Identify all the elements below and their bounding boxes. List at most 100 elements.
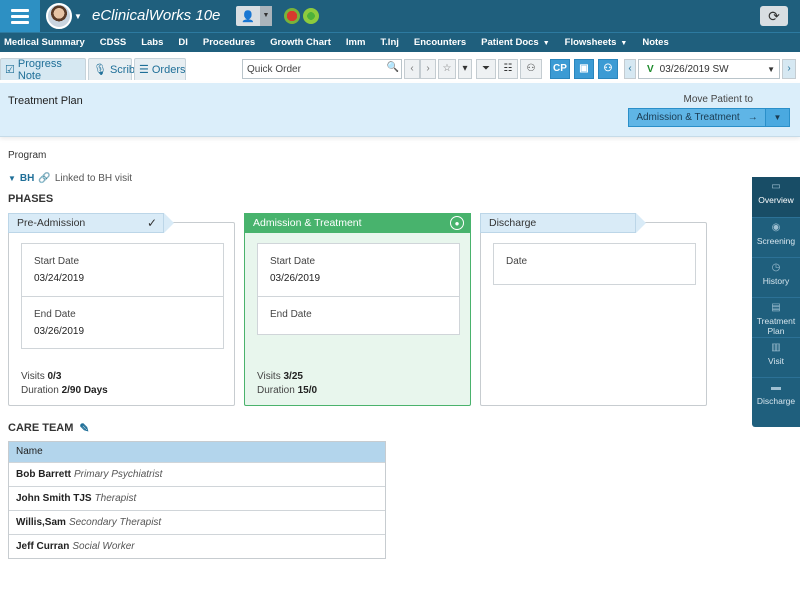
duration-value: 2/90 Days xyxy=(61,385,108,396)
visit-next-icon[interactable]: › xyxy=(782,59,796,79)
table-row[interactable]: John Smith TJS Therapist xyxy=(9,486,385,510)
end-date-label: End Date xyxy=(270,309,312,320)
chart-icon[interactable]: ▣ xyxy=(574,59,594,79)
side-item-screening[interactable]: ◉ Screening xyxy=(752,217,800,257)
care-team-heading: CARE TEAM ✎ xyxy=(8,421,90,435)
start-date-value: 03/26/2019 xyxy=(270,273,321,284)
phase-card-pre-admission[interactable]: Pre-Admission ✓ Start Date 03/24/2019 En… xyxy=(8,213,235,406)
phase-name: Discharge xyxy=(489,217,537,229)
phase-dates: Start Date 03/24/2019 End Date 03/26/201… xyxy=(21,243,224,349)
start-date-value: 03/24/2019 xyxy=(34,273,85,284)
bed-icon: ▬ xyxy=(771,382,781,393)
linked-visit-text: Linked to BH visit xyxy=(54,173,133,184)
status-red-icon[interactable] xyxy=(284,8,300,24)
page-title: Treatment Plan xyxy=(8,95,83,107)
next-arrow-icon[interactable]: › xyxy=(420,59,436,79)
main-nav: Medical Summary CDSS Labs DI Procedures Growt… xyxy=(0,32,800,52)
family-icon[interactable]: ⚇ xyxy=(598,59,618,79)
document-icon: ▤ xyxy=(771,302,781,313)
star-icon[interactable]: ☆ xyxy=(438,59,456,79)
nav-item-medical-summary[interactable]: Medical Summary xyxy=(4,37,85,48)
duration-value: 15/0 xyxy=(297,385,318,396)
phase-dates: Date xyxy=(493,243,696,285)
visit-select[interactable]: V 03/26/2019 SW ▼ xyxy=(638,59,780,79)
program-label: Program xyxy=(8,150,47,161)
nav-item-cdss[interactable]: CDSS xyxy=(100,37,126,48)
nav-item-labs[interactable]: Labs xyxy=(141,37,163,48)
phase-card-admission-treatment[interactable]: Admission & Treatment ● Start Date 03/26… xyxy=(244,213,471,406)
side-item-overview[interactable]: ▭ Overview xyxy=(752,177,800,217)
start-date-label: Start Date xyxy=(34,256,80,267)
avatar-caret-icon[interactable]: ▼ xyxy=(74,12,82,21)
list-icon: ☰ xyxy=(139,64,149,76)
chevron-down-icon[interactable]: ▼ xyxy=(260,6,272,26)
side-item-visit[interactable]: ▥ Visit xyxy=(752,337,800,377)
app-title: eClinicalWorks 10e xyxy=(92,7,221,24)
care-team-table: Name Bob Barrett Primary Psychiatrist Joh… xyxy=(8,441,386,559)
refresh-button[interactable]: ⟳ xyxy=(760,6,788,26)
table-row[interactable]: Willis,Sam Secondary Therapist xyxy=(9,510,385,534)
phase-name: Pre-Admission xyxy=(17,217,86,229)
search-icon[interactable]: 🔍 xyxy=(384,59,402,79)
treatment-plan-header: Treatment Plan Move Patient to Admission… xyxy=(0,83,800,137)
caret-down-icon[interactable]: ▼ xyxy=(8,174,16,183)
hamburger-menu-button[interactable] xyxy=(0,0,40,32)
end-date-value: 03/26/2019 xyxy=(34,326,85,337)
side-item-history[interactable]: ◷ History xyxy=(752,257,800,297)
nav-item-flowsheets[interactable]: Flowsheets ▼ xyxy=(565,37,628,48)
chevron-down-icon[interactable]: ▾ xyxy=(458,59,472,79)
table-row[interactable]: Bob Barrett Primary Psychiatrist xyxy=(9,462,385,486)
tool-row: ☑ Progress Note 🎙 Scribe ☰ Orders Quick … xyxy=(0,56,800,82)
phase-dates: Start Date 03/26/2019 End Date xyxy=(257,243,460,335)
move-patient-button[interactable]: Admission & Treatment → ▼ xyxy=(628,108,790,127)
nav-item-procedures[interactable]: Procedures xyxy=(203,37,255,48)
side-panel: ▭ Overview ◉ Screening ◷ History ▤ Treatment Pl… xyxy=(752,177,800,427)
nav-item-encounters[interactable]: Encounters xyxy=(414,37,466,48)
move-patient-main[interactable]: Admission & Treatment → xyxy=(629,109,765,126)
side-item-treatment-plan[interactable]: ▤ Treatment Plan xyxy=(752,297,800,337)
prev-arrow-icon[interactable]: ‹ xyxy=(404,59,420,79)
nav-item-patient-docs[interactable]: Patient Docs ▼ xyxy=(481,37,549,48)
quick-order-input[interactable]: Quick Order xyxy=(242,59,402,79)
tab-orders[interactable]: ☰ Orders xyxy=(134,58,186,80)
arrow-right-icon: → xyxy=(747,112,758,123)
chevron-down-icon: ▼ xyxy=(542,40,550,47)
nav-item-t-inj[interactable]: T.Inj xyxy=(380,37,398,48)
side-item-discharge[interactable]: ▬ Discharge xyxy=(752,377,800,417)
chevron-down-icon: ▼ xyxy=(620,40,628,47)
visits-value: 0/3 xyxy=(47,371,62,382)
tab-progress-note[interactable]: ☑ Progress Note xyxy=(0,58,86,82)
eye-icon: ◉ xyxy=(771,222,781,233)
nav-item-notes[interactable]: Notes xyxy=(642,37,668,48)
table-header-name[interactable]: Name xyxy=(9,442,385,462)
chevron-down-icon: ▼ xyxy=(767,64,775,74)
check-icon: ✓ xyxy=(146,216,157,230)
top-bar: ▼ eClinicalWorks 10e 👤 ▼ ⟳ xyxy=(0,0,800,32)
nav-item-imm[interactable]: Imm xyxy=(346,37,366,48)
nav-item-growth-chart[interactable]: Growth Chart xyxy=(270,37,331,48)
program-code[interactable]: BH xyxy=(20,173,34,184)
visit-icon: ▥ xyxy=(771,342,781,353)
nav-item-di[interactable]: DI xyxy=(178,37,188,48)
phase-card-discharge[interactable]: Discharge Date xyxy=(480,213,707,406)
visit-prev-icon[interactable]: ‹ xyxy=(624,59,636,79)
start-date-label: Start Date xyxy=(270,256,316,267)
patient-lookup-button[interactable]: 👤 ▼ xyxy=(236,6,272,26)
move-patient-label: Move Patient to xyxy=(683,94,753,105)
chevron-down-icon[interactable]: ▼ xyxy=(765,109,789,126)
table-row[interactable]: Jeff Curran Social Worker xyxy=(9,534,385,558)
status-green-icon[interactable] xyxy=(303,8,319,24)
user-avatar[interactable] xyxy=(46,3,72,29)
checklist-icon[interactable]: ☷ xyxy=(498,59,518,79)
cp-button[interactable]: CP xyxy=(550,59,570,79)
phases-label: PHASES xyxy=(8,193,54,205)
edit-icon[interactable]: ✎ xyxy=(79,421,89,435)
patient-search-icon: 👤 xyxy=(241,10,255,23)
date-label: Date xyxy=(506,256,528,267)
filter-icon[interactable]: ⏷ xyxy=(476,59,496,79)
program-row[interactable]: ▼ BH 🔗 Linked to BH visit xyxy=(8,173,132,184)
tab-scribe[interactable]: 🎙 Scribe xyxy=(88,58,141,80)
phase-name: Admission & Treatment xyxy=(253,217,362,229)
people-icon[interactable]: ⚇ xyxy=(520,59,542,79)
phase-stats: Visits 0/3 Duration 2/90 Days xyxy=(21,371,108,396)
